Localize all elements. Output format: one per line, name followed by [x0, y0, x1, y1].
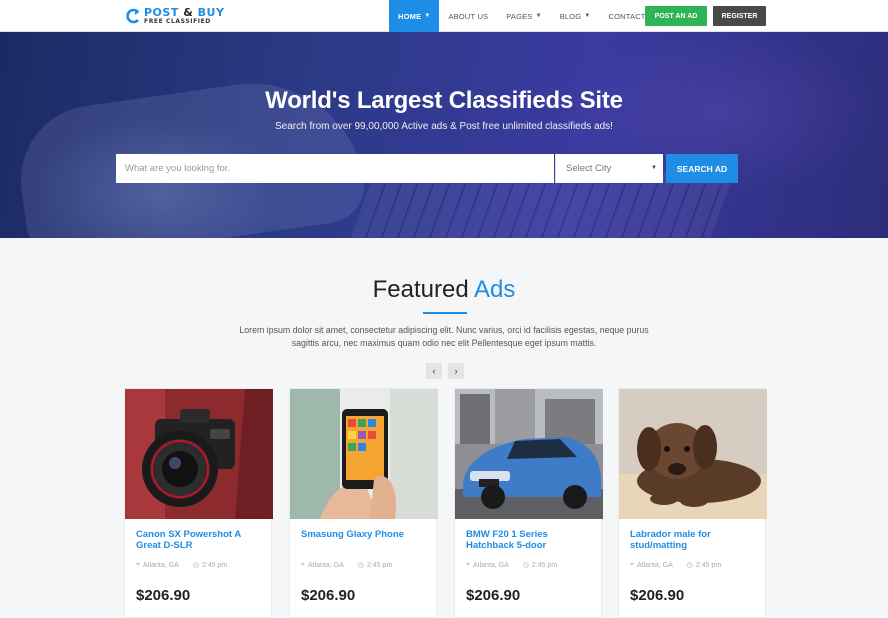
- featured-heading-main: Featured: [372, 276, 469, 303]
- ad-card-meta: ⌖ Atlanta, GA ◷ 2:45 pm: [466, 561, 557, 569]
- clock-icon: ◷: [357, 562, 364, 569]
- ad-card-time: 2:45 pm: [201, 561, 228, 569]
- nav-item-blog[interactable]: BLOG ▼: [551, 0, 600, 32]
- ad-card-image-dog[interactable]: [619, 389, 767, 519]
- ad-card-title[interactable]: Smasung Glaxy Phone: [301, 529, 429, 540]
- hero-banner: World's Largest Classifieds Site Search …: [0, 32, 888, 238]
- ad-card-location: Atlanta, GA: [307, 561, 344, 569]
- nav-item-pages[interactable]: PAGES ▼: [497, 0, 550, 32]
- location-pin-icon: ⌖: [301, 561, 305, 568]
- ad-card-meta: ⌖ Atlanta, GA ◷ 2:45 pm: [301, 561, 392, 569]
- clock-icon: ◷: [522, 562, 529, 569]
- ad-card[interactable]: Canon SX Powershot A Great D-SLR ⌖ Atlant…: [124, 388, 273, 618]
- search-ad-button[interactable]: SEARCH AD: [666, 154, 738, 183]
- search-input[interactable]: What are you looking for.: [116, 154, 554, 183]
- site-logo[interactable]: POST & BUY FREE CLASSIFIED: [124, 6, 224, 26]
- main-nav: HOME ▼ ABOUT US PAGES ▼ BLOG ▼ CONTACT: [389, 0, 655, 32]
- select-caret-icon: ▼: [651, 165, 657, 171]
- featured-heading: Featured Ads: [0, 276, 888, 304]
- location-pin-icon: ⌖: [466, 561, 470, 568]
- location-pin-icon: ⌖: [136, 561, 140, 568]
- location-pin-icon: ⌖: [630, 561, 634, 568]
- ad-card[interactable]: Labrador male for stud/matting ⌖ Atlanta,…: [618, 388, 767, 618]
- logo-arrow-icon: [124, 7, 142, 25]
- hero-subtitle: Search from over 99,00,000 Active ads & …: [275, 121, 613, 132]
- ad-card[interactable]: Smasung Glaxy Phone ⌖ Atlanta, GA ◷ 2:45 p…: [289, 388, 438, 618]
- ad-card-location: Atlanta, GA: [472, 561, 509, 569]
- nav-item-home[interactable]: HOME ▼: [389, 0, 440, 32]
- ad-card-price: $206.90: [630, 587, 685, 604]
- top-navbar: POST & BUY FREE CLASSIFIED HOME ▼ ABOUT U…: [0, 0, 888, 32]
- chevron-down-icon: ▼: [535, 13, 542, 19]
- ad-card-meta: ⌖ Atlanta, GA ◷ 2:45 pm: [630, 561, 721, 569]
- ad-card[interactable]: BMW F20 1 Series Hatchback 5-door ⌖ Atlan…: [454, 388, 603, 618]
- city-select[interactable]: Select City ▼: [555, 154, 663, 183]
- ad-card-image-camera[interactable]: [125, 389, 273, 519]
- ad-card-location: Atlanta, GA: [636, 561, 673, 569]
- ad-card-image-car[interactable]: [455, 389, 603, 519]
- chevron-down-icon: ▼: [584, 13, 591, 19]
- ad-card-price: $206.90: [466, 587, 521, 604]
- clock-icon: ◷: [192, 562, 199, 569]
- logo-tagline: FREE CLASSIFIED: [144, 18, 211, 25]
- ad-card-title[interactable]: Canon SX Powershot A Great D-SLR: [136, 529, 264, 551]
- ad-card-time: 2:45 pm: [695, 561, 722, 569]
- chevron-down-icon: ▼: [424, 13, 431, 19]
- ad-card-price: $206.90: [136, 587, 191, 604]
- ad-card-image-phone[interactable]: [290, 389, 438, 519]
- post-ad-button[interactable]: POST AN AD: [645, 6, 707, 26]
- ad-card-time: 2:45 pm: [531, 561, 558, 569]
- city-select-value: Select City: [566, 163, 612, 174]
- nav-item-about-us[interactable]: ABOUT US: [439, 0, 497, 32]
- featured-description: Lorem ipsum dolor sit amet, consectetur …: [239, 325, 649, 348]
- register-button[interactable]: REGISTER: [713, 6, 766, 26]
- featured-heading-accent: Ads: [474, 276, 516, 303]
- ad-card-meta: ⌖ Atlanta, GA ◷ 2:45 pm: [136, 561, 227, 569]
- ad-card-price: $206.90: [301, 587, 356, 604]
- clock-icon: ◷: [686, 562, 693, 569]
- ad-card-title[interactable]: BMW F20 1 Series Hatchback 5-door: [466, 529, 594, 551]
- hero-title: World's Largest Classifieds Site: [265, 87, 623, 114]
- heading-underline: [423, 312, 467, 314]
- ad-card-time: 2:45 pm: [366, 561, 393, 569]
- carousel-prev-button[interactable]: ‹: [426, 363, 442, 379]
- ad-card-title[interactable]: Labrador male for stud/matting: [630, 529, 758, 551]
- carousel-next-button[interactable]: ›: [448, 363, 464, 379]
- ad-card-location: Atlanta, GA: [142, 561, 179, 569]
